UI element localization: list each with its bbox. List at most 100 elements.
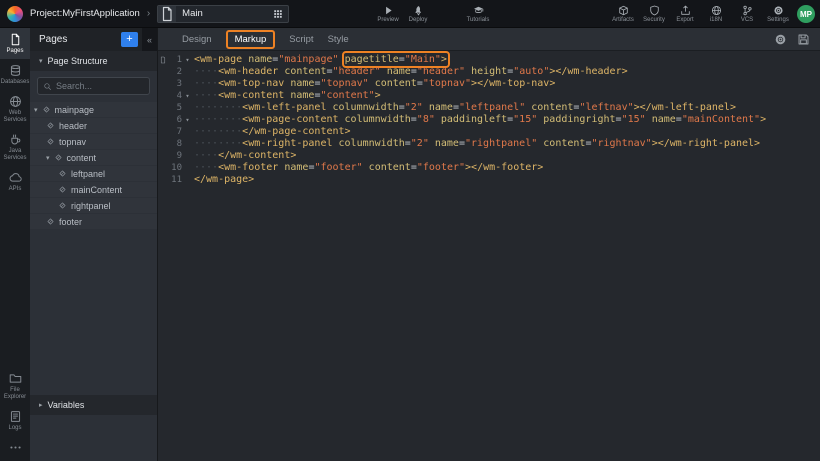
page-structure-section[interactable]: ▾ Page Structure [30, 51, 157, 71]
topbar: Project:MyFirstApplication › Main Previe… [0, 0, 820, 28]
topbar-action-label: Deploy [409, 17, 428, 23]
tree-item-content[interactable]: ▾content [30, 150, 157, 165]
rail-item-databases[interactable]: Databases [0, 59, 30, 90]
settings-gear-icon [773, 5, 784, 16]
rail-item-label: File Explorer [1, 387, 29, 401]
fold-toggle-icon[interactable]: ▾ [182, 54, 193, 66]
tab-design[interactable]: Design [182, 31, 212, 48]
topbar-action-deploy[interactable]: Deploy [406, 5, 430, 23]
topbar-action-label: Security [643, 17, 665, 23]
add-page-button[interactable]: + [121, 32, 138, 47]
user-avatar[interactable]: MP [797, 5, 815, 23]
java-services-icon [9, 133, 22, 146]
editor-tabbar: Design Markup Script Style [158, 28, 820, 51]
tree-item-header[interactable]: header [30, 118, 157, 133]
code-line-content: ····<wm-top-nav name="topnav" content="t… [194, 78, 555, 90]
topbar-action-i18n[interactable]: i18N [704, 5, 728, 23]
page-selector[interactable]: Main [157, 5, 289, 23]
wavemaker-studio: Project:MyFirstApplication › Main Previe… [0, 0, 820, 461]
collapse-panel-button[interactable]: « [142, 28, 157, 51]
topbar-action-label: Preview [377, 17, 398, 23]
topbar-action-security[interactable]: Security [642, 5, 666, 23]
chevron-down-icon[interactable]: ▾ [46, 154, 50, 162]
chevron-down-icon: ▾ [39, 57, 43, 65]
apis-icon [9, 171, 22, 184]
tree-item-topnav[interactable]: topnav [30, 134, 157, 149]
tree-item-label: leftpanel [71, 169, 105, 179]
tab-style[interactable]: Style [328, 31, 349, 48]
line-number: 3 [168, 78, 182, 90]
gutter: 3 [158, 78, 194, 90]
topbar-action-artifacts[interactable]: Artifacts [611, 5, 635, 23]
code-line-content: ····<wm-header content="header" name="he… [194, 66, 628, 78]
rail-item-more[interactable] [0, 436, 30, 458]
topbar-action-settings[interactable]: Settings [766, 5, 790, 23]
topbar-action-export[interactable]: Export [673, 5, 697, 23]
rail-item-pages[interactable]: Pages [0, 28, 30, 59]
code-line: 11</wm-page> [158, 174, 820, 186]
search-input[interactable] [56, 81, 144, 91]
editor-settings-gear-icon[interactable] [774, 33, 787, 46]
security-shield-icon [649, 5, 660, 16]
widget-icon [46, 137, 55, 146]
chevron-right-icon: › [147, 8, 150, 19]
code-line: 9····</wm-content> [158, 150, 820, 162]
code-line: 6▾········<wm-page-content columnwidth="… [158, 114, 820, 126]
topbar-action-tutorials[interactable]: Tutorials [466, 5, 490, 23]
wavemaker-logo-icon[interactable] [7, 6, 23, 22]
gutter: 7 [158, 126, 194, 138]
rail-item-apis[interactable]: APIs [0, 166, 30, 197]
vcs-branch-icon [742, 5, 753, 16]
line-number: 7 [168, 126, 182, 138]
variables-section[interactable]: ▸ Variables [30, 395, 157, 415]
code-line-content: ········</wm-page-content> [194, 126, 351, 138]
fold-toggle-icon[interactable]: ▾ [182, 114, 193, 126]
code-line-content: <wm-page name="mainpage" pagetitle="Main… [194, 54, 447, 66]
rail-item-label: Databases [1, 79, 30, 86]
code-line: 7 ········</wm-page-content> [158, 126, 820, 138]
gutter: 4▾ [158, 90, 194, 102]
page-selector-value: Main [182, 8, 203, 19]
page-file-icon [158, 6, 176, 22]
chevron-down-icon[interactable]: ▾ [34, 106, 38, 114]
rail-item-label: Java Services [1, 148, 29, 162]
page-structure-label: Page Structure [48, 56, 108, 66]
tree-item-mainpage[interactable]: ▾ mainpage [30, 102, 157, 117]
save-icon[interactable] [797, 33, 810, 46]
editor: DesignMarkupScriptStyle 1▾<wm-page name=… [157, 28, 820, 461]
search-box [37, 77, 150, 95]
rail-item-web-services[interactable]: Web Services [0, 90, 30, 128]
editor-tabs: Design Markup Script Style [182, 31, 349, 48]
line-number: 1 [168, 54, 182, 66]
tab-script[interactable]: Script [289, 31, 313, 48]
grid-icon[interactable] [273, 9, 283, 19]
tree-item-rightpanel[interactable]: rightpanel [30, 198, 157, 213]
widget-icon [58, 201, 67, 210]
tree-item-footer[interactable]: footer [30, 214, 157, 229]
gutter: 2 [158, 66, 194, 78]
code-editor[interactable]: 1▾<wm-page name="mainpage" pagetitle="Ma… [158, 51, 820, 461]
rail-item-logs[interactable]: Logs [0, 405, 30, 436]
code-line-content: </wm-page> [194, 174, 254, 186]
annotation-highlight-box: pagetitle="Main"> [345, 54, 447, 65]
topbar-action-vcs[interactable]: VCS [735, 5, 759, 23]
code-line-content: ····<wm-content name="content"> [194, 90, 381, 102]
tree-item-maincontent[interactable]: mainContent [30, 182, 157, 197]
fold-toggle-icon[interactable]: ▾ [182, 90, 193, 102]
line-number: 9 [168, 150, 182, 162]
tree-item-leftpanel[interactable]: leftpanel [30, 166, 157, 181]
rail-top-items: Pages Databases Web Services Java Services A… [0, 28, 30, 197]
chevron-right-icon: ▸ [39, 401, 43, 409]
line-number: 2 [168, 66, 182, 78]
topbar-action-label: Tutorials [467, 17, 490, 23]
topbar-action-preview[interactable]: Preview [376, 5, 400, 23]
code-line: 2 ····<wm-header content="header" name="h… [158, 66, 820, 78]
rail-item-file-explorer[interactable]: File Explorer [0, 367, 30, 405]
deploy-rocket-icon [413, 5, 424, 16]
tab-markup[interactable]: Markup [226, 30, 276, 49]
code-line: 1▾<wm-page name="mainpage" pagetitle="Ma… [158, 54, 820, 66]
topbar-center-actions: Preview Deploy Tutorials [376, 0, 490, 28]
tree-item-label: mainpage [55, 105, 95, 115]
rail-item-java-services[interactable]: Java Services [0, 128, 30, 166]
rail-item-label: Pages [6, 48, 23, 55]
